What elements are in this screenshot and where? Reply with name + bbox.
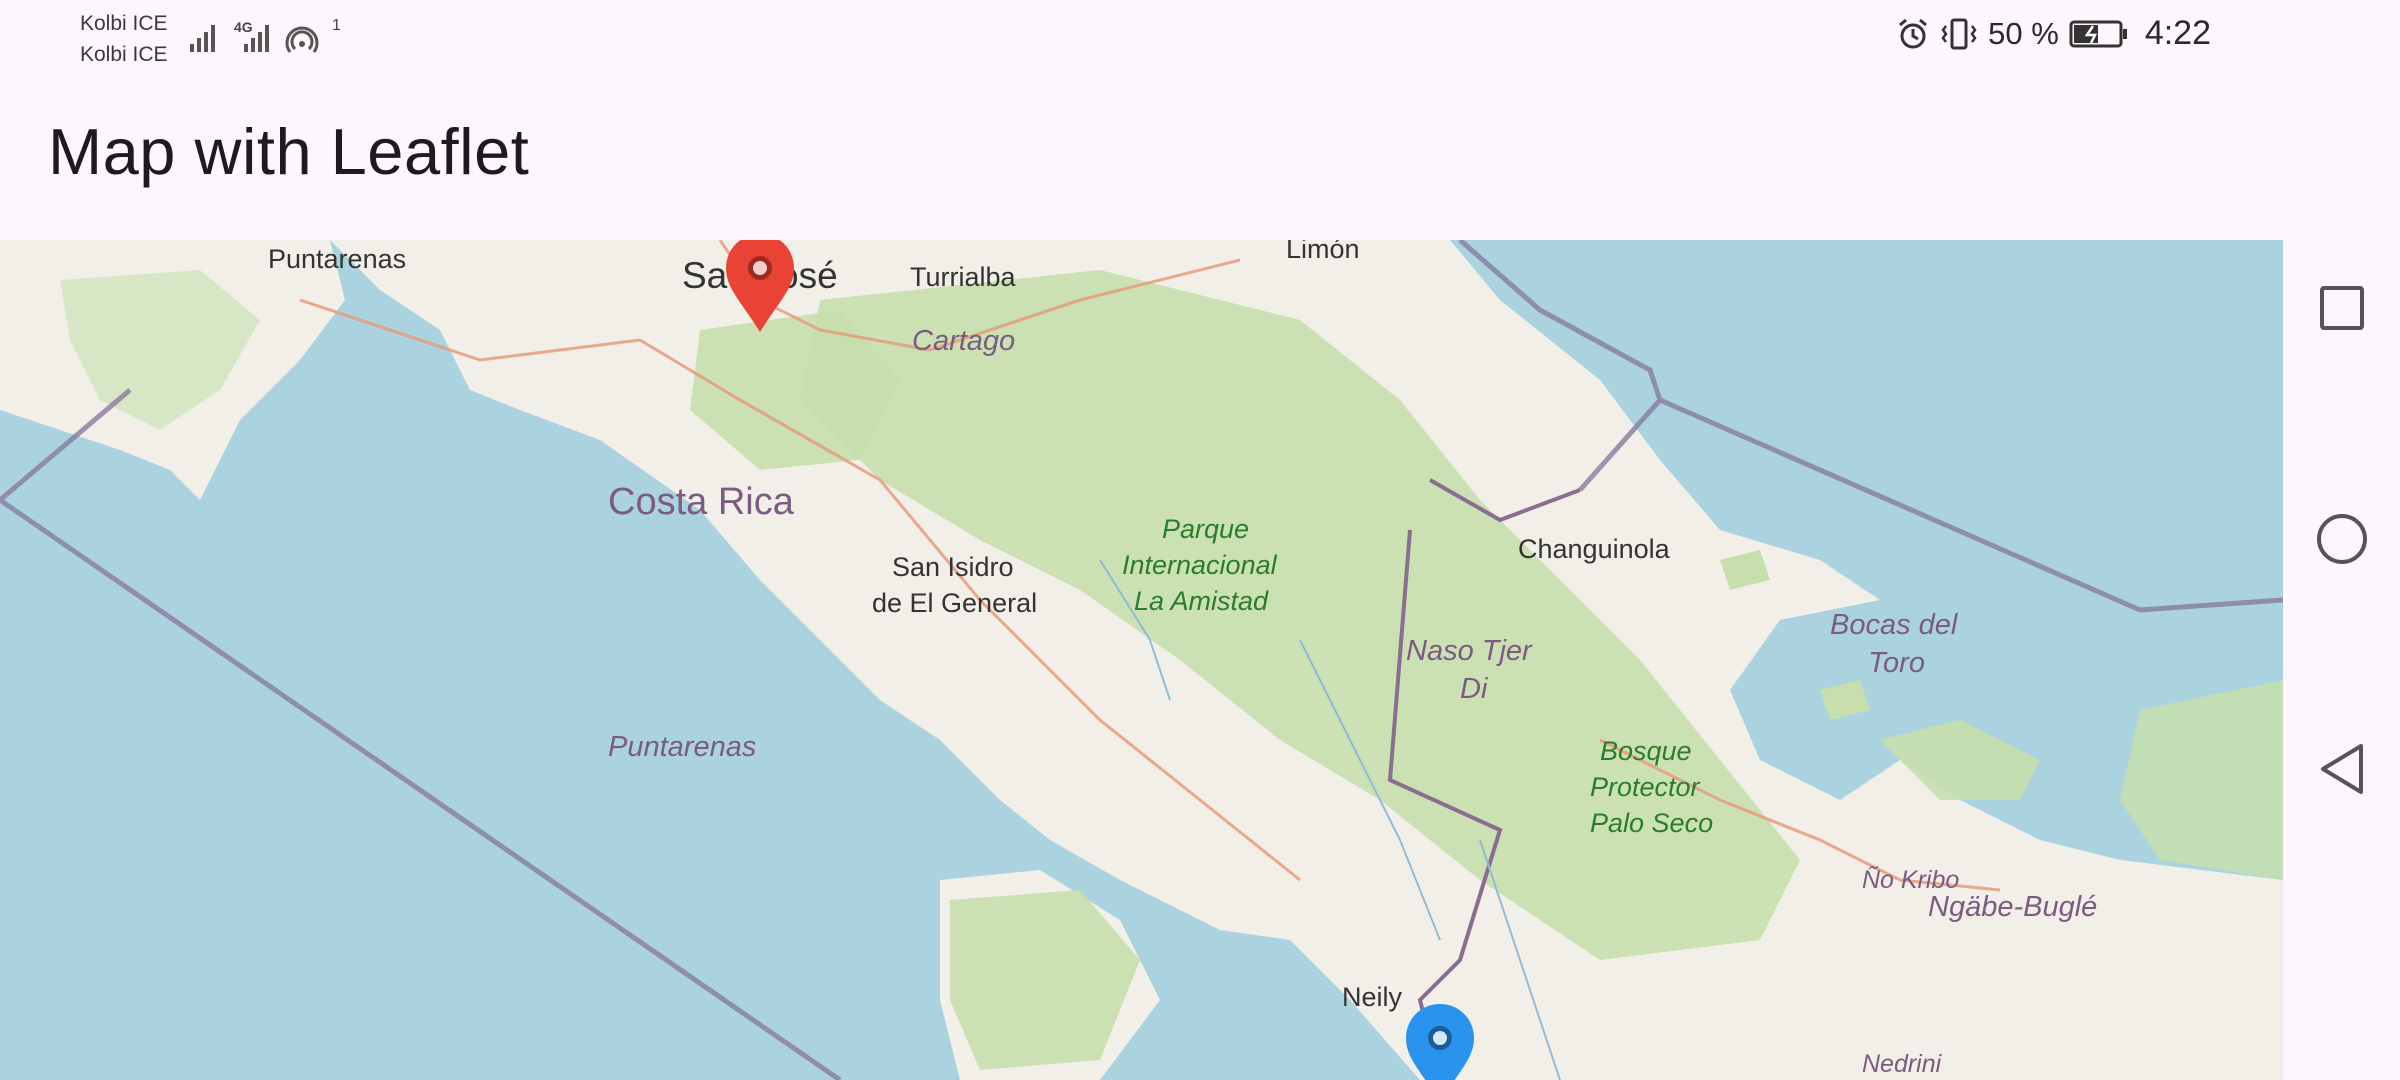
network-type-label: 4G <box>234 19 253 35</box>
alarm-icon <box>1899 18 1928 48</box>
circle-icon <box>2317 514 2367 564</box>
back-triangle-icon <box>2321 744 2363 794</box>
battery-percent: 50 % <box>1988 15 2059 51</box>
battery-icon <box>2069 20 2127 47</box>
region-label: Ño Kribo <box>1862 865 1959 894</box>
island-2 <box>1820 680 1870 720</box>
country-label: Costa Rica <box>608 481 795 523</box>
region-label: Toro <box>1868 647 1925 679</box>
region-label: Ngäbe-Buglé <box>1928 891 2097 923</box>
recents-button[interactable] <box>2313 279 2371 337</box>
status-bar: Kolbi ICE Kolbi ICE 4G 1 50 % 4:22 <box>0 0 2283 72</box>
app-bar: Map with Leaflet <box>0 72 2283 240</box>
carrier-1: Kolbi ICE <box>80 12 168 35</box>
clock: 4:22 <box>2144 14 2211 52</box>
back-button[interactable] <box>2313 740 2371 798</box>
app-window: Kolbi ICE Kolbi ICE 4G 1 50 % 4:22 Map w… <box>0 0 2283 1080</box>
park-label: Internacional <box>1122 550 1278 580</box>
park-label: Protector <box>1590 772 1701 802</box>
signal-icon: 4G 1 <box>190 18 341 53</box>
park-label: Palo Seco <box>1590 808 1713 838</box>
park-label: La Amistad <box>1134 586 1269 616</box>
vibrate-icon <box>1941 18 1977 49</box>
city-label: Limón <box>1286 240 1360 264</box>
square-icon <box>2320 286 2364 330</box>
city-label: de El General <box>872 588 1037 618</box>
city-label: Neily <box>1342 982 1403 1012</box>
region-label: Puntarenas <box>608 731 756 763</box>
page-title: Map with Leaflet <box>48 115 530 188</box>
city-label: Puntarenas <box>268 244 406 274</box>
map-view[interactable]: Puntarenas Sa osé Turrialba Limón Changu… <box>0 240 2283 1080</box>
region-label: Cartago <box>912 325 1015 357</box>
region-label: Bocas del <box>1830 609 1959 641</box>
city-label: Turrialba <box>910 262 1017 292</box>
map-tiles[interactable]: Puntarenas Sa osé Turrialba Limón Changu… <box>0 240 2283 1080</box>
hotspot-icon <box>285 26 319 53</box>
region-label: Naso Tjer <box>1406 635 1533 667</box>
park-label: Bosque <box>1600 736 1692 766</box>
home-button[interactable] <box>2313 510 2371 568</box>
navigation-bar <box>2283 0 2400 1080</box>
status-right: 50 % 4:22 <box>1896 14 2211 53</box>
carrier-labels: Kolbi ICE Kolbi ICE <box>80 8 168 70</box>
region-label: Nedrini <box>1862 1050 1943 1078</box>
land-panama <box>2120 680 2283 880</box>
city-label: San Isidro <box>892 552 1014 582</box>
city-label: Changuinola <box>1518 534 1671 564</box>
city-label: Sa <box>682 255 728 296</box>
park-label: Parque <box>1162 514 1249 544</box>
region-label: Di <box>1460 673 1489 705</box>
hotspot-count: 1 <box>332 18 341 34</box>
carrier-2: Kolbi ICE <box>80 43 168 66</box>
